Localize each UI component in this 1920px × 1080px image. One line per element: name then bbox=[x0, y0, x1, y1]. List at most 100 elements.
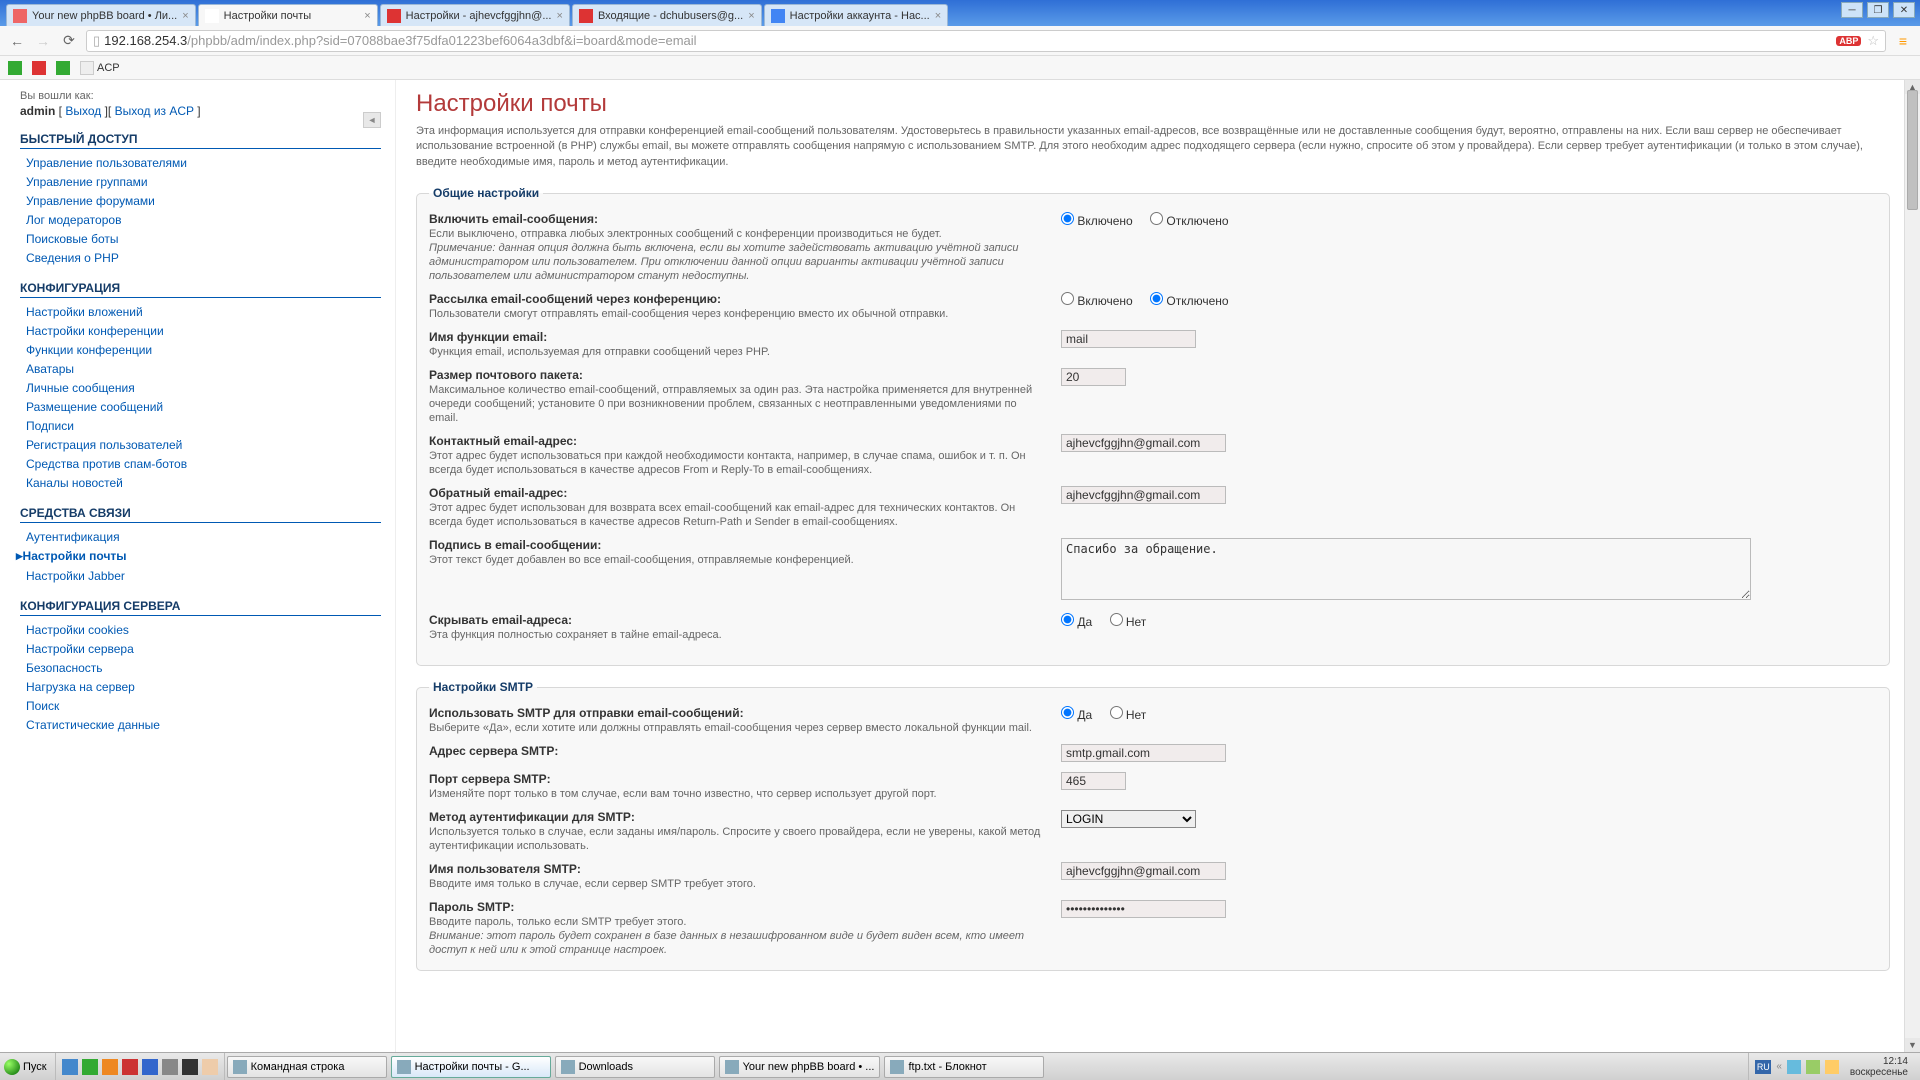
scroll-down-icon[interactable]: ▼ bbox=[1905, 1038, 1920, 1052]
sidebar-item[interactable]: Лог модераторов bbox=[20, 210, 381, 229]
sidebar-link[interactable]: Средства против спам-ботов bbox=[26, 457, 187, 471]
browser-tab[interactable]: Входящие - dchubusers@g...× bbox=[572, 4, 762, 26]
radio-input[interactable] bbox=[1110, 706, 1123, 719]
sidebar-item[interactable]: Размещение сообщений bbox=[20, 397, 381, 416]
close-icon[interactable]: × bbox=[359, 10, 370, 22]
radio-input[interactable] bbox=[1150, 292, 1163, 305]
sidebar-link[interactable]: Настройки cookies bbox=[26, 623, 129, 637]
radio-enable-off[interactable]: Отключено bbox=[1150, 214, 1229, 228]
language-indicator[interactable]: RU bbox=[1755, 1060, 1771, 1074]
radio-input[interactable] bbox=[1061, 212, 1074, 225]
input-return-email[interactable] bbox=[1061, 486, 1226, 504]
sidebar-item[interactable]: Аватары bbox=[20, 359, 381, 378]
sidebar-item[interactable]: Безопасность bbox=[20, 658, 381, 677]
taskbar-task[interactable]: Downloads bbox=[555, 1056, 715, 1078]
sidebar-link[interactable]: Статистические данные bbox=[26, 718, 160, 732]
sidebar-link[interactable]: Управление форумами bbox=[26, 194, 155, 208]
minimize-button[interactable]: ─ bbox=[1841, 2, 1863, 18]
tray-icon[interactable] bbox=[1787, 1060, 1801, 1074]
ql-icon[interactable] bbox=[162, 1059, 178, 1075]
back-button[interactable]: ← bbox=[8, 32, 26, 50]
bookmark-star-icon[interactable]: ☆ bbox=[1867, 33, 1879, 49]
input-package-size[interactable] bbox=[1061, 368, 1126, 386]
sidebar-item[interactable]: Настройки Jabber bbox=[20, 566, 381, 585]
input-smtp-pass[interactable] bbox=[1061, 900, 1226, 918]
sidebar-item[interactable]: Нагрузка на сервер bbox=[20, 677, 381, 696]
tray-icon[interactable] bbox=[1806, 1060, 1820, 1074]
sidebar-link[interactable]: Поисковые боты bbox=[26, 232, 118, 246]
ql-icon[interactable] bbox=[182, 1059, 198, 1075]
sidebar-link[interactable]: Аутентификация bbox=[26, 530, 120, 544]
sidebar-link[interactable]: Поиск bbox=[26, 699, 59, 713]
browser-tab[interactable]: Your new phpBB board • Ли...× bbox=[6, 4, 196, 26]
textarea-signature[interactable]: Спасибо за обращение. bbox=[1061, 538, 1751, 600]
sidebar-item[interactable]: Подписи bbox=[20, 416, 381, 435]
sidebar-item[interactable]: Настройки вложений bbox=[20, 302, 381, 321]
browser-tab-active[interactable]: Настройки почты× bbox=[198, 4, 378, 26]
sidebar-item[interactable]: Управление группами bbox=[20, 172, 381, 191]
radio-smtp-no[interactable]: Нет bbox=[1110, 708, 1147, 722]
browser-tab[interactable]: Настройки - ajhevcfggjhn@...× bbox=[380, 4, 570, 26]
radio-enable-on[interactable]: Включено bbox=[1061, 214, 1133, 228]
sidebar-item[interactable]: Сведения о PHP bbox=[20, 248, 381, 267]
taskbar-task[interactable]: Настройки почты - G... bbox=[391, 1056, 551, 1078]
sidebar-link[interactable]: Подписи bbox=[26, 419, 74, 433]
radio-hide-yes[interactable]: Да bbox=[1061, 615, 1092, 629]
tray-icon[interactable] bbox=[1825, 1060, 1839, 1074]
close-icon[interactable]: × bbox=[552, 10, 563, 22]
sidebar-item[interactable]: Каналы новостей bbox=[20, 473, 381, 492]
input-smtp-host[interactable] bbox=[1061, 744, 1226, 762]
radio-input[interactable] bbox=[1061, 706, 1074, 719]
sidebar-item[interactable]: Личные сообщения bbox=[20, 378, 381, 397]
radio-input[interactable] bbox=[1061, 292, 1074, 305]
sidebar-link[interactable]: Аватары bbox=[26, 362, 74, 376]
sidebar-link[interactable]: Размещение сообщений bbox=[26, 400, 163, 414]
sidebar-item[interactable]: Настройки почты bbox=[20, 546, 381, 566]
ql-icorpn[interactable] bbox=[202, 1059, 218, 1075]
ql-icon[interactable] bbox=[82, 1059, 98, 1075]
sidebar-link[interactable]: Личные сообщения bbox=[26, 381, 135, 395]
sidebar-item[interactable]: Средства против спам-ботов bbox=[20, 454, 381, 473]
sidebar-item[interactable]: Поисковые боты bbox=[20, 229, 381, 248]
close-icon[interactable]: × bbox=[743, 10, 754, 22]
forward-button[interactable]: → bbox=[34, 32, 52, 50]
sidebar-link[interactable]: Настройки сервера bbox=[26, 642, 134, 656]
sidebar-link[interactable]: Настройки конференции bbox=[26, 324, 164, 338]
sidebar-link[interactable]: Безопасность bbox=[26, 661, 103, 675]
sidebar-link[interactable]: Регистрация пользователей bbox=[26, 438, 182, 452]
sidebar-item[interactable]: Статистические данные bbox=[20, 715, 381, 734]
sidebar-link[interactable]: Настройки Jabber bbox=[26, 569, 125, 583]
input-smtp-user[interactable] bbox=[1061, 862, 1226, 880]
scroll-thumb[interactable] bbox=[1907, 90, 1918, 210]
radio-boardmail-on[interactable]: Включено bbox=[1061, 294, 1133, 308]
sidebar-item[interactable]: Настройки конференции bbox=[20, 321, 381, 340]
radio-input[interactable] bbox=[1150, 212, 1163, 225]
radio-boardmail-off[interactable]: Отключено bbox=[1150, 294, 1229, 308]
taskbar-task[interactable]: Командная строка bbox=[227, 1056, 387, 1078]
bookmark-acp[interactable]: ACP bbox=[80, 61, 120, 75]
ql-icon[interactable] bbox=[142, 1059, 158, 1075]
sidebar-link[interactable]: Нагрузка на сервер bbox=[26, 680, 135, 694]
bookmark-item[interactable] bbox=[32, 61, 46, 75]
sidebar-link[interactable]: Управление группами bbox=[26, 175, 148, 189]
ql-icon[interactable] bbox=[102, 1059, 118, 1075]
sidebar-link[interactable]: Лог модераторов bbox=[26, 213, 121, 227]
vertical-scrollbar[interactable]: ▲ ▼ bbox=[1904, 80, 1920, 1052]
bookmark-item[interactable] bbox=[8, 61, 22, 75]
sidebar-item[interactable]: Управление форумами bbox=[20, 191, 381, 210]
reload-button[interactable]: ⟳ bbox=[60, 32, 78, 50]
input-contact-email[interactable] bbox=[1061, 434, 1226, 452]
sidebar-item[interactable]: Настройки cookies bbox=[20, 620, 381, 639]
input-mailfunc[interactable] bbox=[1061, 330, 1196, 348]
select-smtp-auth[interactable]: LOGIN bbox=[1061, 810, 1196, 828]
input-smtp-port[interactable] bbox=[1061, 772, 1126, 790]
radio-input[interactable] bbox=[1110, 613, 1123, 626]
sidebar-link[interactable]: Настройки почты bbox=[23, 549, 127, 563]
tray-expand-icon[interactable]: « bbox=[1776, 1061, 1782, 1072]
logout-acp-link[interactable]: Выход из ACP bbox=[115, 104, 194, 118]
radio-hide-no[interactable]: Нет bbox=[1110, 615, 1147, 629]
sidebar-link[interactable]: Настройки вложений bbox=[26, 305, 143, 319]
collapse-sidebar-icon[interactable]: ◄ bbox=[363, 112, 381, 128]
close-icon[interactable]: × bbox=[930, 10, 941, 22]
sidebar-item[interactable]: Управление пользователями bbox=[20, 153, 381, 172]
